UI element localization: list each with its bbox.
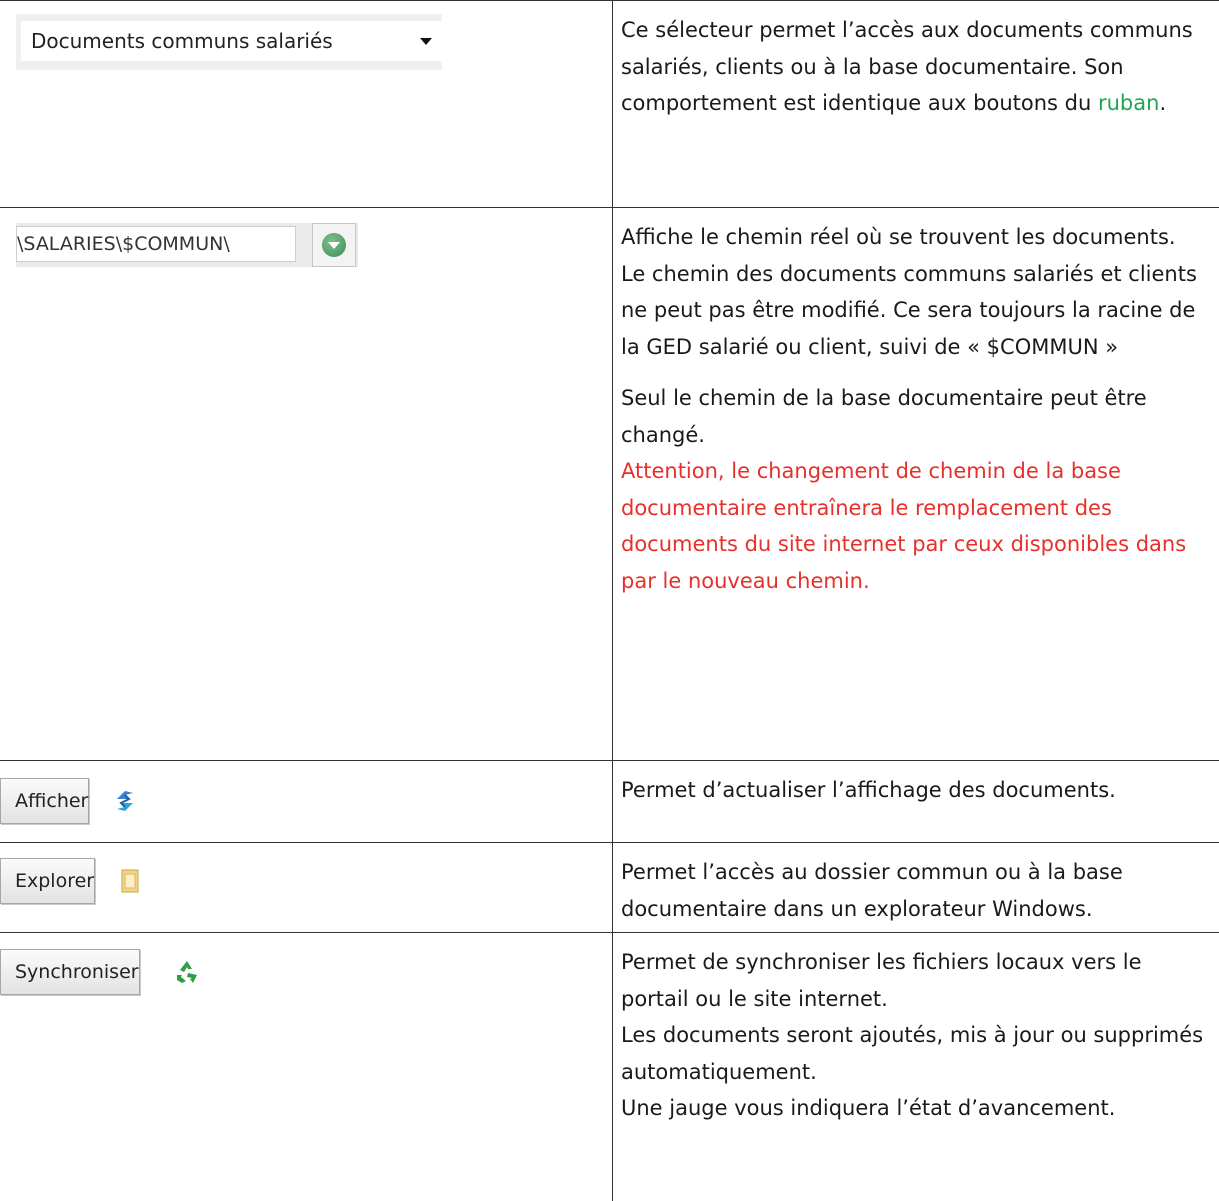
widget-cell: Documents communs salariés <box>0 0 612 207</box>
button-label: Synchroniser <box>15 961 139 983</box>
widget-cell: Afficher <box>0 760 612 842</box>
description-text: Permet de synchroniser les fichiers loca… <box>621 950 1142 1011</box>
refresh-icon <box>117 791 133 811</box>
recycle-icon <box>177 961 197 983</box>
description-part: . <box>1159 91 1167 115</box>
dropdown-arrow-icon[interactable] <box>420 38 432 45</box>
table-row: Explorer Permet l’accès au dossier commu… <box>0 842 1219 932</box>
description-text: Une jauge vous indiquera l’état d’avance… <box>621 1096 1116 1120</box>
folder-icon <box>121 869 139 893</box>
table-row: Afficher Permet d’actualiser l’affichage… <box>0 760 1219 842</box>
description-text: Affiche le chemin réel où se trouvent le… <box>621 225 1176 249</box>
chevron-down-circle-icon <box>322 233 346 257</box>
button-label: Explorer <box>15 870 95 892</box>
ruban-link[interactable]: ruban <box>1098 91 1159 115</box>
path-widget: \SALARIES\$COMMUN\ <box>16 223 358 267</box>
table-row: Documents communs salariés Ce sélecteur … <box>0 0 1219 207</box>
description-text: Les documents seront ajoutés, mis à jour… <box>621 1023 1204 1084</box>
description-cell: Ce sélecteur permet l’accès aux document… <box>621 12 1213 122</box>
button-label: Afficher <box>15 790 89 812</box>
description-cell: Affiche le chemin réel où se trouvent le… <box>621 219 1213 599</box>
description-cell: Permet l’accès au dossier commun ou à la… <box>621 854 1213 927</box>
widget-cell: \SALARIES\$COMMUN\ <box>0 207 612 760</box>
widget-cell: Explorer <box>0 842 612 932</box>
description-text: Seul le chemin de la base documentaire p… <box>621 386 1147 447</box>
afficher-button[interactable]: Afficher <box>0 778 133 824</box>
warning-text: Attention, le changement de chemin de la… <box>621 459 1187 593</box>
description-text: Permet d’actualiser l’affichage des docu… <box>621 778 1116 802</box>
documentation-table: Documents communs salariés Ce sélecteur … <box>0 0 1219 1201</box>
table-row: Synchroniser Permet de synchroniser les … <box>0 932 1219 1201</box>
synchroniser-button[interactable]: Synchroniser <box>0 949 197 995</box>
path-dropdown-button[interactable] <box>312 223 356 267</box>
select-value: Documents communs salariés <box>31 29 333 53</box>
explorer-button[interactable]: Explorer <box>0 858 139 904</box>
document-source-select[interactable]: Documents communs salariés <box>16 14 442 70</box>
table-row: \SALARIES\$COMMUN\ Affiche le chemin rée… <box>0 207 1219 760</box>
description-cell: Permet d’actualiser l’affichage des docu… <box>621 772 1213 809</box>
description-cell: Permet de synchroniser les fichiers loca… <box>621 944 1213 1127</box>
select-box[interactable]: Documents communs salariés <box>21 21 442 61</box>
path-field[interactable]: \SALARIES\$COMMUN\ <box>16 226 296 262</box>
description-text: Permet l’accès au dossier commun ou à la… <box>621 860 1123 921</box>
widget-cell: Synchroniser <box>0 932 612 1201</box>
description-text: Ce sélecteur permet l’accès aux document… <box>621 12 1213 122</box>
description-text: Le chemin des documents communs salariés… <box>621 261 1197 359</box>
